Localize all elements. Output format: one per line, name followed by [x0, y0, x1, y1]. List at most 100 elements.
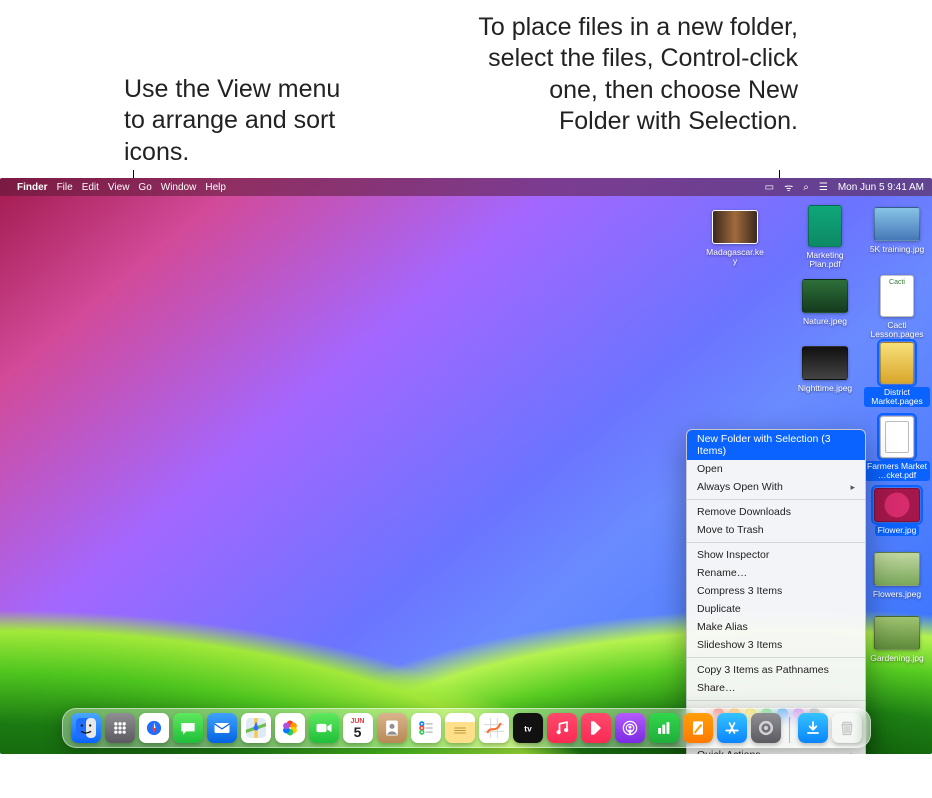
context-menu-item[interactable]: Move to Trash — [687, 521, 865, 539]
freeform-icon — [484, 718, 504, 738]
context-menu-item-label: Open — [697, 463, 723, 475]
desktop-icon-madagascar[interactable]: Madagascar.key — [702, 210, 768, 267]
messages-icon — [178, 718, 198, 738]
photos-icon — [280, 718, 300, 738]
dock: JUN5 tv — [62, 708, 871, 748]
dock-icon-pages[interactable] — [683, 713, 713, 743]
desktop-icon-flowers2[interactable]: Flowers.jpeg — [864, 552, 930, 600]
context-menu-item-label: Share… — [697, 682, 736, 694]
desktop-icon-5k[interactable]: 5K training.jpg — [864, 207, 930, 255]
context-menu-item-label: Compress 3 Items — [697, 585, 782, 597]
context-menu-item[interactable]: Rename… — [687, 564, 865, 582]
spotlight-icon[interactable]: ⌕ — [803, 182, 809, 193]
file-label: Marketing Plan.pdf — [792, 250, 858, 270]
file-label: 5K training.jpg — [867, 244, 927, 255]
file-thumbnail — [802, 279, 848, 313]
dock-icon-trash[interactable] — [832, 713, 862, 743]
wifi-icon[interactable]: ᯤ — [784, 180, 793, 194]
context-menu-item[interactable]: Copy 3 Items as Pathnames — [687, 661, 865, 679]
dock-icon-reminders[interactable] — [411, 713, 441, 743]
context-menu-item[interactable]: Always Open With▸ — [687, 478, 865, 496]
menu-help[interactable]: Help — [205, 182, 226, 193]
context-menu-item[interactable]: Slideshow 3 Items — [687, 636, 865, 654]
context-menu-item[interactable]: Share… — [687, 679, 865, 697]
chevron-right-icon: ▸ — [850, 482, 855, 493]
control-center-icon[interactable]: ☰ — [819, 182, 828, 193]
dock-wrap: JUN5 tv — [0, 708, 932, 748]
context-menu-item[interactable]: Duplicate — [687, 600, 865, 618]
menu-edit[interactable]: Edit — [82, 182, 99, 193]
dock-icon-appstore[interactable] — [717, 713, 747, 743]
desktop-icon-flower[interactable]: Flower.jpg — [864, 488, 930, 536]
file-label: Cacti Lesson.pages — [864, 320, 930, 340]
file-label: Farmers Market …cket.pdf — [864, 461, 930, 481]
file-thumbnail — [880, 275, 914, 317]
context-menu-item-label: Move to Trash — [697, 524, 764, 536]
context-menu-item[interactable]: Show Inspector — [687, 546, 865, 564]
dock-icon-finder[interactable] — [71, 713, 101, 743]
context-menu-separator — [687, 657, 865, 658]
context-menu-item-label: Slideshow 3 Items — [697, 639, 782, 651]
desktop-icon-night[interactable]: Nighttime.jpeg — [792, 346, 858, 394]
callout-view-menu: Use the View menu to arrange and sort ic… — [124, 74, 364, 168]
dock-icon-tv[interactable]: tv — [513, 713, 543, 743]
desktop-icon-district[interactable]: District Market.pages — [864, 342, 930, 407]
menu-file[interactable]: File — [57, 182, 73, 193]
file-label: Nighttime.jpeg — [795, 383, 855, 394]
context-menu-item[interactable]: Compress 3 Items — [687, 582, 865, 600]
context-menu-item[interactable]: New Folder with Selection (3 Items) — [687, 430, 865, 460]
trash-icon — [837, 718, 857, 738]
calendar-date: 5 — [354, 725, 362, 739]
context-menu-item-label: New Folder with Selection (3 Items) — [697, 433, 855, 457]
file-thumbnail — [874, 552, 920, 586]
dock-icon-news[interactable] — [581, 713, 611, 743]
podcasts-icon — [620, 718, 640, 738]
context-menu-item-label: Copy 3 Items as Pathnames — [697, 664, 829, 676]
dock-icon-contacts[interactable] — [377, 713, 407, 743]
context-menu-item[interactable]: Open — [687, 460, 865, 478]
menu-view[interactable]: View — [108, 182, 130, 193]
dock-icon-safari[interactable] — [139, 713, 169, 743]
app-menu[interactable]: Finder — [17, 182, 48, 193]
menu-go[interactable]: Go — [138, 182, 151, 193]
dock-icon-numbers[interactable] — [649, 713, 679, 743]
numbers-icon — [654, 718, 674, 738]
dock-icon-music[interactable] — [547, 713, 577, 743]
news-icon — [586, 718, 606, 738]
file-thumbnail — [874, 488, 920, 522]
dock-icon-podcasts[interactable] — [615, 713, 645, 743]
dock-icon-mail[interactable] — [207, 713, 237, 743]
facetime-icon — [314, 718, 334, 738]
dock-icon-photos[interactable] — [275, 713, 305, 743]
file-label: District Market.pages — [864, 387, 930, 407]
callout-new-folder: To place files in a new folder, select t… — [478, 12, 798, 137]
battery-icon[interactable]: ▭ — [765, 182, 774, 193]
context-menu: New Folder with Selection (3 Items) Open A… — [686, 429, 866, 754]
context-menu-item-label: Remove Downloads — [697, 506, 791, 518]
desktop-icon-gardening[interactable]: Gardening.jpg — [864, 616, 930, 664]
file-thumbnail — [802, 346, 848, 380]
menu-clock[interactable]: Mon Jun 5 9:41 AM — [838, 182, 924, 193]
dock-icon-notes[interactable] — [445, 713, 475, 743]
context-menu-item-label: Show Inspector — [697, 549, 769, 561]
dock-icon-maps[interactable] — [241, 713, 271, 743]
dock-icon-calendar[interactable]: JUN5 — [343, 713, 373, 743]
dock-icon-messages[interactable] — [173, 713, 203, 743]
desktop-icon-nature[interactable]: Nature.jpeg — [792, 279, 858, 327]
file-thumbnail — [880, 416, 914, 458]
dock-icon-settings[interactable] — [751, 713, 781, 743]
context-menu-item[interactable]: Remove Downloads — [687, 503, 865, 521]
file-thumbnail — [880, 342, 914, 384]
menu-window[interactable]: Window — [161, 182, 197, 193]
finder-icon — [76, 718, 96, 738]
desktop-icon-cacti[interactable]: Cacti Lesson.pages — [864, 275, 930, 340]
file-thumbnail — [808, 205, 842, 247]
dock-icon-launchpad[interactable] — [105, 713, 135, 743]
dock-icon-freeform[interactable] — [479, 713, 509, 743]
dock-icon-downloads[interactable] — [798, 713, 828, 743]
context-menu-item[interactable]: Make Alias — [687, 618, 865, 636]
dock-icon-facetime[interactable] — [309, 713, 339, 743]
desktop-icon-farmers[interactable]: Farmers Market …cket.pdf — [864, 416, 930, 481]
file-thumbnail — [874, 207, 920, 241]
desktop-icon-marketing[interactable]: Marketing Plan.pdf — [792, 205, 858, 270]
